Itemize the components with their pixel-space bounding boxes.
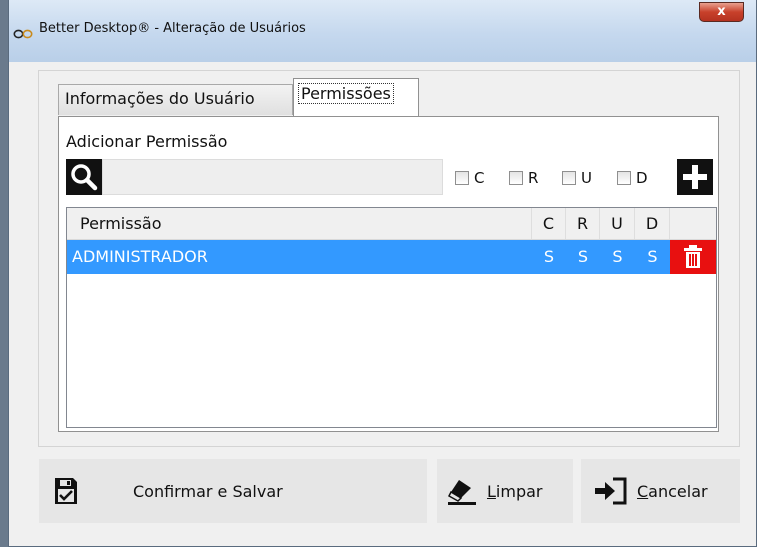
sign-in-icon [595,477,627,505]
cancel-label: Cancelar [637,482,708,501]
column-header-u[interactable]: U [600,208,635,239]
confirm-save-label: Confirmar e Salvar [133,481,283,501]
checkbox-update[interactable] [562,171,576,185]
column-header-c[interactable]: C [532,208,566,239]
check-read-label: R [528,169,539,187]
trash-icon [684,245,702,268]
search-input[interactable] [102,159,443,195]
row-c-value: S [543,247,555,266]
row-d-value: S [647,247,658,266]
tab-permissions[interactable]: Permissões [293,78,419,116]
check-create[interactable]: C [455,169,484,187]
clear-button[interactable]: Limpar [437,459,573,523]
add-permission-button[interactable] [677,159,713,195]
clear-label: Limpar [487,482,543,501]
save-check-icon [55,478,77,504]
check-update[interactable]: U [562,169,592,187]
delete-permission-button[interactable] [670,240,716,274]
check-create-label: C [474,169,485,187]
checkbox-delete[interactable] [617,171,631,185]
row-r-value: S [577,247,589,266]
checkbox-create[interactable] [455,171,469,185]
search-icon [71,164,98,191]
eraser-icon [448,480,476,505]
add-permission-label: Adicionar Permissão [66,132,228,151]
confirm-save-button[interactable]: Confirmar e Salvar [39,459,427,523]
table-header: Permissão C R U D [67,208,716,240]
tab-user-info[interactable]: Informações do Usuário [58,84,293,115]
row-u-value: S [612,247,623,266]
check-delete[interactable]: D [617,169,648,187]
infinity-logo-icon [13,24,33,39]
column-header-permission[interactable]: Permissão [67,208,532,239]
column-header-d[interactable]: D [635,208,670,239]
column-header-actions [670,208,716,239]
close-button[interactable]: x [699,2,744,22]
cancel-label-rest: ancelar [648,481,708,501]
client-area: Informações do Usuário Permissões Adicio… [11,62,754,538]
table-row[interactable]: ADMINISTRADOR S S S S [67,240,716,274]
check-read[interactable]: R [509,169,538,187]
permissions-table: Permissão C R U D ADMINISTRADOR S S S S [66,207,717,428]
permissions-tab-page: Adicionar Permissão C R U D Permissão C … [58,116,719,432]
search-button[interactable] [66,159,102,195]
clear-label-mnemonic: L [487,481,496,501]
cancel-label-mnemonic: C [637,481,649,501]
clear-label-rest: impar [495,481,543,501]
tab-permissions-label: Permissões [298,83,394,104]
checkbox-read[interactable] [509,171,523,185]
check-delete-label: D [636,169,648,187]
cancel-button[interactable]: Cancelar [581,459,740,523]
window-title: Better Desktop® - Alteração de Usuários [39,21,306,36]
plus-icon [683,165,707,189]
column-header-r[interactable]: R [566,208,600,239]
check-update-label: U [581,169,592,187]
row-permission-name: ADMINISTRADOR [72,247,208,266]
main-window: Better Desktop® - Alteração de Usuários … [8,0,757,547]
title-bar: Better Desktop® - Alteração de Usuários … [9,0,756,62]
